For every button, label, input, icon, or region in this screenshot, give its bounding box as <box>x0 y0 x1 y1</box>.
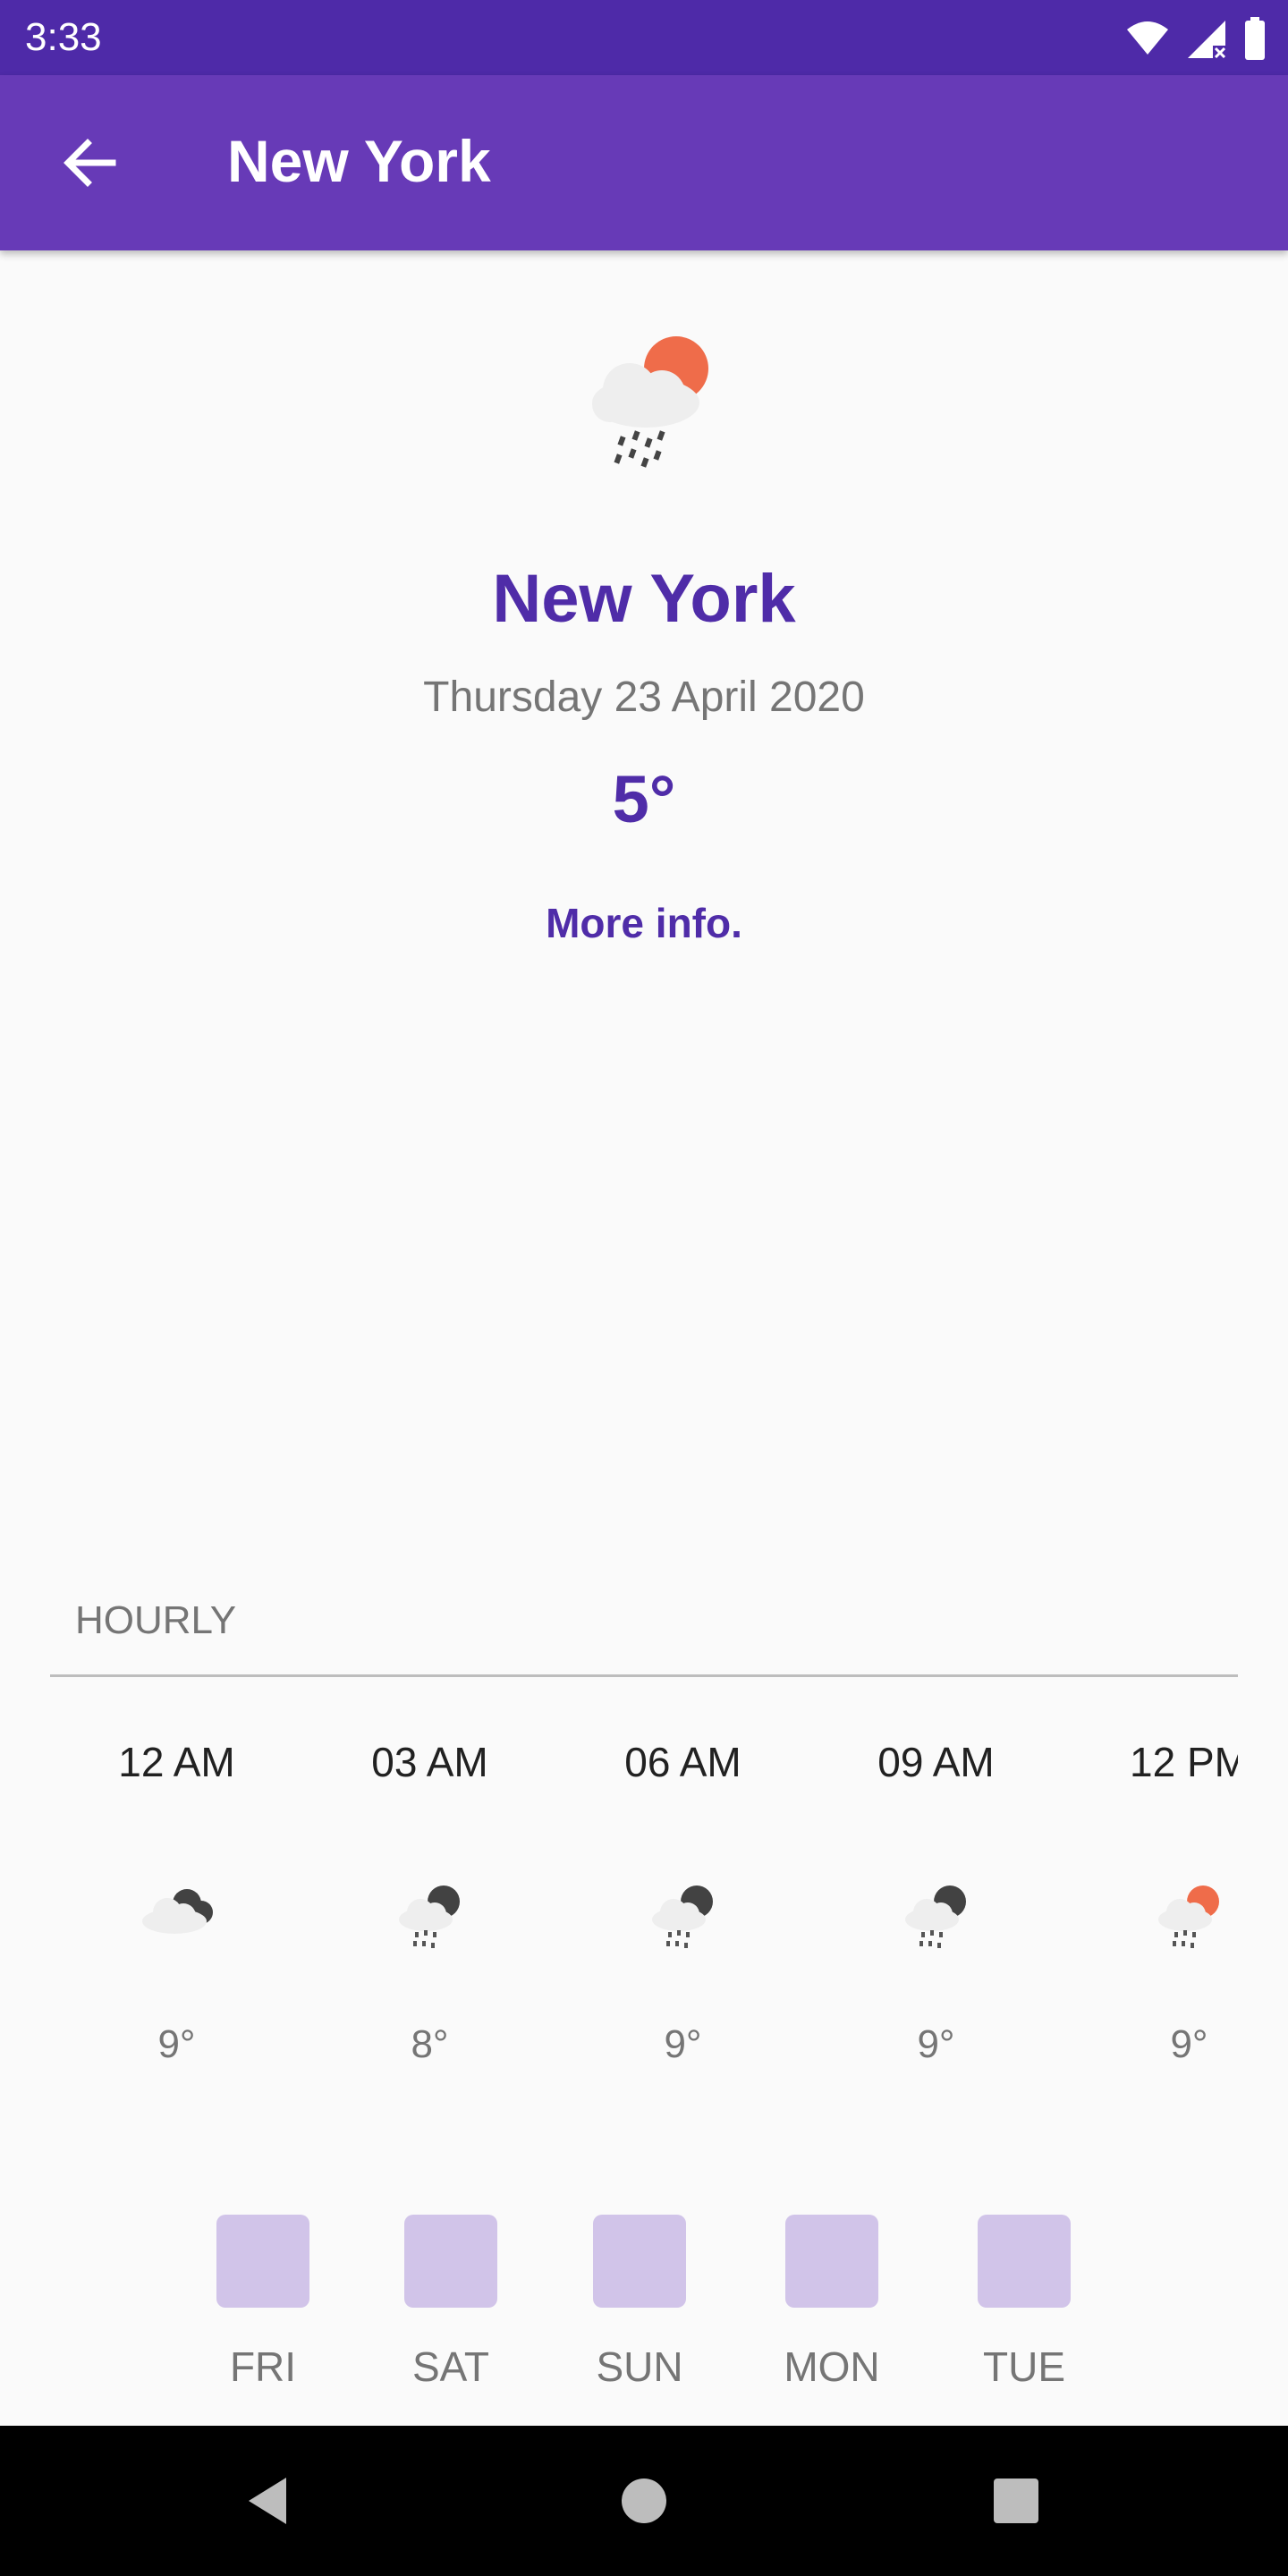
hourly-item: 06 AM 9° <box>556 1699 809 2075</box>
hour-time: 12 PM <box>1130 1739 1238 1785</box>
day-icon-placeholder <box>978 2215 1071 2308</box>
day-icon-placeholder <box>785 2215 878 2308</box>
status-icons <box>1125 16 1267 61</box>
hourly-forecast-list[interactable]: 12 AM 9° 03 AM 8° 06 AM 9° 09 AM 9° 12 P… <box>50 1699 1238 2075</box>
day-label: MON <box>784 2343 880 2390</box>
back-button[interactable] <box>45 127 134 199</box>
triangle-back-icon <box>249 2478 286 2524</box>
status-time: 3:33 <box>25 15 102 59</box>
rain-sun-icon <box>1158 1885 1219 1948</box>
hour-temperature: 9° <box>917 2022 955 2066</box>
hour-temperature: 9° <box>157 2022 196 2066</box>
nav-home-button[interactable] <box>599 2456 689 2546</box>
day-label: TUE <box>983 2343 1065 2390</box>
day-label: SAT <box>411 2343 490 2390</box>
hourly-item: 12 AM 9° <box>50 1699 303 2075</box>
day-icon-placeholder <box>216 2215 309 2308</box>
hour-temperature: 8° <box>411 2022 449 2066</box>
current-date: Thursday 23 April 2020 <box>423 674 865 721</box>
square-recents-icon <box>994 2479 1038 2523</box>
day-item-mon[interactable]: MON <box>784 2215 880 2394</box>
nav-back-button[interactable] <box>224 2456 313 2546</box>
circle-home-icon <box>622 2479 666 2523</box>
day-icon-placeholder <box>404 2215 497 2308</box>
day-item-sun[interactable]: SUN <box>591 2215 688 2394</box>
hour-temperature: 9° <box>1170 2022 1208 2066</box>
hour-time: 03 AM <box>371 1739 488 1785</box>
rain-night-icon <box>905 1885 966 1948</box>
more-info-link[interactable]: More info. <box>501 894 787 952</box>
status-bar: 3:33 <box>0 0 1288 75</box>
cloudy-night-icon <box>142 1889 213 1934</box>
cell-signal-icon <box>1188 21 1226 58</box>
hourly-section-label: HOURLY <box>75 1598 237 1642</box>
rain-cloud-sun-icon <box>592 336 708 468</box>
day-label: SUN <box>596 2343 683 2390</box>
day-label: FRI <box>229 2343 297 2390</box>
day-icon-placeholder <box>593 2215 686 2308</box>
arrow-back-icon <box>64 139 116 187</box>
rain-night-icon <box>652 1885 713 1948</box>
day-item-fri[interactable]: FRI <box>215 2215 311 2394</box>
current-temperature: 5° <box>612 762 676 836</box>
hourly-item: 12 PM 9° <box>1063 1699 1238 2075</box>
nav-recents-button[interactable] <box>971 2456 1061 2546</box>
day-item-sat[interactable]: SAT <box>402 2215 499 2394</box>
hour-temperature: 9° <box>664 2022 702 2066</box>
hourly-item: 09 AM 9° <box>809 1699 1063 2075</box>
hour-time: 09 AM <box>877 1739 995 1785</box>
hour-time: 12 AM <box>118 1739 235 1785</box>
battery-icon <box>1245 17 1265 60</box>
app-bar-title: New York <box>227 128 491 194</box>
hour-time: 06 AM <box>624 1739 741 1785</box>
hourly-item: 03 AM 8° <box>303 1699 556 2075</box>
system-nav-bar <box>0 2426 1288 2576</box>
rain-night-icon <box>399 1885 460 1948</box>
city-name: New York <box>492 561 796 637</box>
app-bar: New York <box>0 75 1288 250</box>
day-item-tue[interactable]: TUE <box>976 2215 1072 2394</box>
divider <box>50 1674 1238 1677</box>
wifi-icon <box>1127 21 1168 55</box>
